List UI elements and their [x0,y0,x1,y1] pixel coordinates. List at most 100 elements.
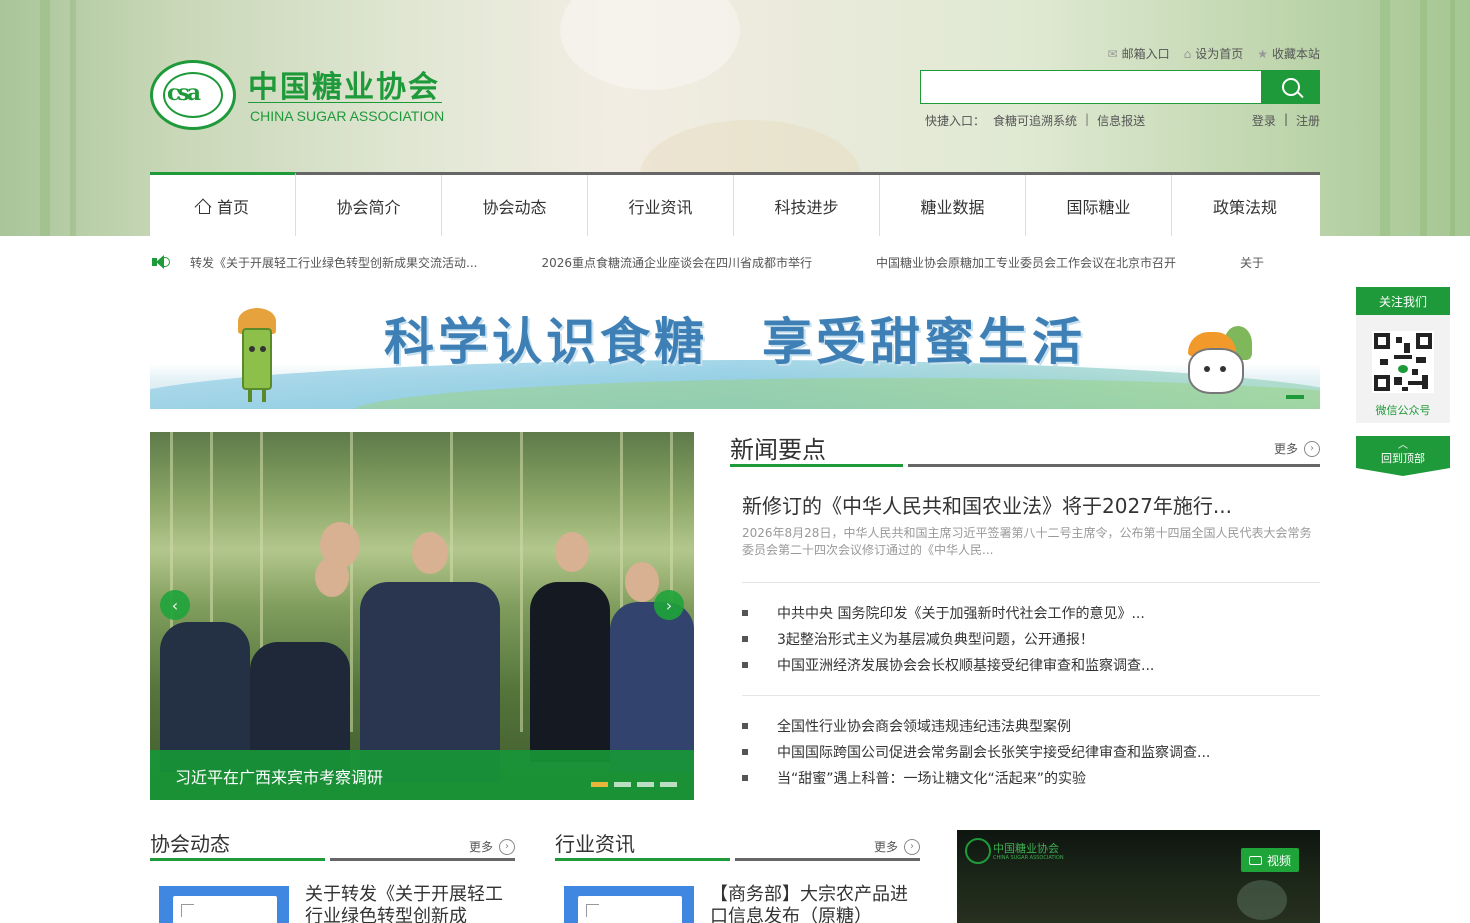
bullet-icon [742,723,748,729]
photo-slideshow[interactable]: ‹ › 习近平在广西来宾市考察调研 [150,432,694,800]
industry-news-item-title[interactable]: 【商务部】大宗农产品进 口信息发布（原糖） [710,884,908,923]
bg-decoration [1380,0,1390,236]
list-item[interactable]: 中国亚洲经济发展协会会长权顺基接受纪律审查和监察调查... [742,652,1320,678]
slide-decoration [520,432,523,732]
login-link[interactable]: 登录 [1252,112,1276,129]
info-report-link[interactable]: 信息报送 [1097,112,1145,129]
news-link[interactable]: 3起整治形式主义为基层减负典型问题，公开通报！ [777,629,1094,649]
association-news-title: 协会动态 [150,832,230,856]
nav-item-policy[interactable]: 政策法规 [1172,175,1318,236]
ticker-item[interactable]: 转发《关于开展轻工行业绿色转型创新成果交流活动... [190,254,477,271]
slide-prev-button[interactable]: ‹ [160,590,190,620]
search-icon [1281,78,1300,96]
banner-indicator[interactable] [1286,395,1304,399]
bg-decoration [40,0,50,236]
divider [742,695,1320,696]
list-item[interactable]: 中共中央 国务院印发《关于加强新时代社会工作的意见》... [742,600,1320,626]
top-links: ✉ 邮箱入口 ⌂ 设为首页 ★ 收藏本站 [1108,45,1321,62]
wechat-qr-code-image [1372,331,1434,393]
news-more-link[interactable]: 更多 › [1274,440,1320,457]
bg-decoration [560,0,740,90]
news-link[interactable]: 当“甜蜜”遇上科普：一场让糖文化“活起来”的实验 [777,768,1086,788]
ticker-item[interactable]: 中国糖业协会原糖加工专业委员会工作会议在北京市召开 [876,254,1176,271]
featured-news-title[interactable]: 新修订的《中华人民共和国农业法》将于2027年施行... [742,490,1232,519]
association-news-more-link[interactable]: 更多 › [469,838,515,855]
account-separator: | [1283,112,1288,126]
back-to-top-label: 回到顶部 [1381,452,1425,465]
sugar-beet-mascot-image [1180,326,1256,406]
ticker-item[interactable]: 2026重点食糖流通企业座谈会在四川省成都市举行 [541,254,812,271]
quick-links: 快捷入口： 食糖可追溯系统 | 信息报送 [925,112,1145,129]
association-news-item-title[interactable]: 关于转发《关于开展轻工 行业绿色转型创新成 [305,884,503,923]
more-label: 更多 [468,840,493,854]
nav-item-label: 科技进步 [774,197,839,217]
news-thumbnail[interactable] [159,886,289,923]
list-item[interactable]: 中国国际跨国公司促进会常务副会长张笑宇接受纪律审查和监察调查... [742,739,1320,765]
section-underline [908,464,1320,467]
search-input[interactable] [920,70,1261,104]
bookmark-link[interactable]: ★ 收藏本站 [1257,45,1320,62]
nav-item-industry-news[interactable]: 行业资讯 [588,175,734,236]
nav-item-label: 协会简介 [336,197,401,217]
video-logo-english: CHINA SUGAR ASSOCIATION [993,855,1064,861]
site-logo[interactable]: csa 中国糖业协会 CHINA SUGAR ASSOCIATION [150,58,450,132]
nav-item-home[interactable]: 首页 [150,172,296,236]
chevron-right-icon: › [499,838,515,855]
main-nav: 首页 协会简介 协会动态 行业资讯 科技进步 糖业数据 国际糖业 政策法规 [150,172,1320,236]
industry-news-header: 行业资讯 更多 › [555,828,920,866]
slide-next-button[interactable]: › [654,590,684,620]
news-link[interactable]: 中国国际跨国公司促进会常务副会长张笑宇接受纪律审查和监察调查... [777,742,1210,762]
video-player[interactable]: 中国糖业协会 CHINA SUGAR ASSOCIATION 视频 [957,830,1320,923]
search-button[interactable] [1261,70,1320,104]
title-line: 行业绿色转型创新成 [305,906,467,923]
mail-link[interactable]: ✉ 邮箱入口 [1108,45,1170,62]
list-item[interactable]: 3起整治形式主义为基层减负典型问题，公开通报！ [742,626,1320,652]
back-to-top-button[interactable]: ︿ 回到顶部 [1356,436,1450,476]
nav-item-label: 首页 [216,197,249,217]
news-ticker: 转发《关于开展轻工行业绿色转型创新成果交流活动... 2026重点食糖流通企业座… [150,250,1320,274]
slide-dot[interactable] [591,782,608,787]
news-link[interactable]: 全国性行业协会商会领域违规违纪违法典型案例 [777,716,1071,736]
divider [742,582,1320,583]
slide-figure [625,562,659,602]
slide-dot[interactable] [660,782,677,787]
section-underline [150,858,325,861]
chevron-right-icon: › [904,838,920,855]
industry-news-title: 行业资讯 [555,832,635,856]
news-link[interactable]: 中国亚洲经济发展协会会长权顺基接受纪律审查和监察调查... [777,655,1154,675]
news-list: 中共中央 国务院印发《关于加强新时代社会工作的意见》... 3起整治形式主义为基… [742,600,1320,678]
bullet-icon [742,610,748,616]
register-link[interactable]: 注册 [1296,112,1320,129]
nav-item-about[interactable]: 协会简介 [296,175,442,236]
video-badge[interactable]: 视频 [1241,848,1300,872]
news-section-header: 新闻要点 更多 › [730,430,1320,468]
slide-figure [610,602,694,772]
set-homepage-link[interactable]: ⌂ 设为首页 [1184,45,1244,62]
nav-item-label: 糖业数据 [920,197,985,217]
section-underline [735,858,920,861]
banner-slogan: 科学认识食糖 享受甜蜜生活 [384,312,1086,371]
list-item[interactable]: 全国性行业协会商会领域违规违纪违法典型案例 [742,713,1320,739]
slide-dot[interactable] [637,782,654,787]
bullet-icon [742,662,748,668]
bg-decoration [1450,0,1455,236]
slide-figure [530,582,610,762]
chevron-right-icon: › [1304,440,1320,457]
news-link[interactable]: 中共中央 国务院印发《关于加强新时代社会工作的意见》... [777,603,1145,623]
ticker-item[interactable]: 关于 [1240,254,1264,271]
nav-item-international[interactable]: 国际糖业 [1026,175,1172,236]
slide-dot[interactable] [614,782,631,787]
mail-link-label: 邮箱入口 [1121,47,1170,61]
industry-news-more-link[interactable]: 更多 › [874,838,920,855]
list-item[interactable]: 当“甜蜜”遇上科普：一场让糖文化“活起来”的实验 [742,765,1320,791]
traceability-link[interactable]: 食糖可追溯系统 [993,112,1077,129]
nav-item-sugar-data[interactable]: 糖业数据 [880,175,1026,236]
nav-item-technology[interactable]: 科技进步 [734,175,880,236]
promo-banner[interactable]: 科学认识食糖 享受甜蜜生活 [150,290,1320,409]
slide-caption[interactable]: 习近平在广西来宾市考察调研 [175,764,383,788]
news-thumbnail[interactable] [564,886,694,923]
home-icon: ⌂ [1183,46,1192,61]
nav-item-association-news[interactable]: 协会动态 [442,175,588,236]
slide-decoration [350,432,353,732]
nav-item-label: 政策法规 [1212,197,1277,217]
